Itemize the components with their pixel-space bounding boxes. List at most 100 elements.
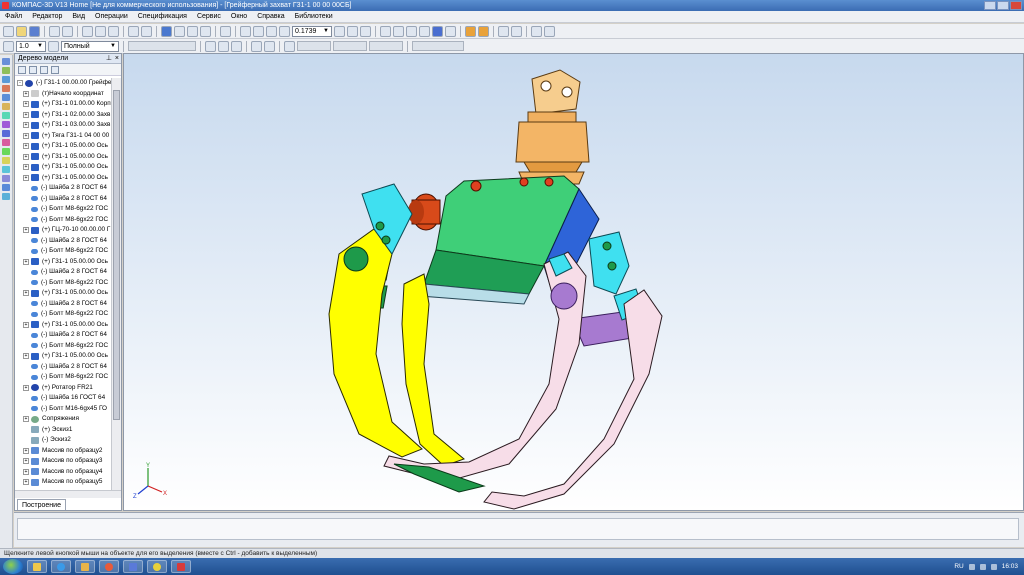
expand-toggle-icon[interactable]: + [23,227,29,234]
expand-toggle-icon[interactable]: + [23,153,29,160]
tree-item[interactable]: + (+) Тяга Г31-1 04 00 00 [15,131,111,142]
report-icon[interactable] [2,148,10,155]
preview-icon[interactable] [62,25,73,37]
tree-vertical-scrollbar[interactable] [111,78,121,498]
help-icon[interactable] [220,25,231,37]
tree-item[interactable]: (-) Шайба 2 8 ГОСТ 64 [15,183,111,194]
media-task-icon[interactable] [99,560,119,573]
tree-item[interactable]: (+) Эскиз1 [15,425,111,436]
expand-toggle-icon[interactable]: + [23,258,29,265]
wireframe-icon[interactable] [393,25,404,37]
menu-libraries[interactable]: Библиотеки [294,13,334,20]
tree-horizontal-scrollbar[interactable] [15,490,121,498]
tree-item[interactable]: + Массив по образцу3 [15,456,111,467]
geometry-icon[interactable] [2,85,10,92]
coord-y-field[interactable] [333,41,367,51]
spec-tool-icon[interactable] [2,139,10,146]
extra-field[interactable] [412,41,464,51]
expand-toggle-icon[interactable]: + [23,384,29,391]
save-icon[interactable] [29,25,40,37]
sketch-tool-icon[interactable] [2,67,10,74]
menu-help[interactable]: Справка [256,13,285,20]
tree-item[interactable]: + (+) ГЦ-70-10 00.00.00 Г [15,225,111,236]
layer-field[interactable] [128,41,196,51]
tree-item[interactable]: (-) Болт М8-6gx22 ГОС [15,204,111,215]
save-task-icon[interactable] [123,560,143,573]
filter-icon[interactable] [498,25,509,37]
surface-icon[interactable] [2,103,10,110]
expand-toggle-icon[interactable]: + [23,90,29,97]
tree-item[interactable]: + Массив по образцу4 [15,467,111,478]
assembly-tool-icon[interactable] [2,130,10,137]
tree-filter-icon[interactable] [40,65,48,74]
sheet-metal-icon[interactable] [2,166,10,173]
open-file-icon[interactable] [16,25,27,37]
paste-icon[interactable] [108,25,119,37]
start-button[interactable] [3,559,23,574]
manager-icon[interactable] [200,25,211,37]
expand-toggle-icon[interactable]: + [23,174,29,181]
redo-icon[interactable] [174,25,185,37]
cut-icon[interactable] [82,25,93,37]
tree-item[interactable]: (-) Болт М16-6gx45 ГО [15,404,111,415]
menu-operations[interactable]: Операции [94,13,129,20]
tree-item[interactable]: (-) Шайба 2 8 ГОСТ 64 [15,299,111,310]
section-icon[interactable] [478,25,489,37]
tree-item[interactable]: (-) Болт М8-6gx22 ГОС [15,309,111,320]
tree-item[interactable]: (-) Болт М8-6gx22 ГОС [15,246,111,257]
expand-toggle-icon[interactable]: + [23,353,29,360]
maximize-button[interactable] [997,1,1009,10]
tray-flag-icon[interactable] [968,563,975,570]
menu-edit[interactable]: Редактор [31,13,63,20]
edit-part-icon[interactable] [2,58,10,65]
close-panel-icon[interactable]: × [115,54,119,64]
menu-view[interactable]: Вид [71,13,86,20]
library-icon[interactable] [2,193,10,200]
tree-item[interactable]: (-) Эскиз2 [15,435,111,446]
expand-toggle-icon[interactable]: + [23,164,29,171]
shaded-edges-icon[interactable] [445,25,456,37]
tree-item[interactable]: + (+) Г31-1 05.00.00 Ось [15,257,111,268]
show-all-icon[interactable] [347,25,358,37]
attributes-icon[interactable] [511,25,522,37]
kompas-task-icon[interactable] [171,560,191,573]
tree-item[interactable]: (-) Болт М8-6gx22 ГОС [15,215,111,226]
language-indicator[interactable]: RU [954,563,963,570]
tree-item[interactable]: + (+) Г31-1 05.00.00 Ось [15,152,111,163]
tree-view-icon[interactable] [18,65,26,74]
tree-item[interactable]: + (+) Г31-1 05.00.00 Ось [15,288,111,299]
tree-scroll-thumb[interactable] [113,90,120,420]
tree-item[interactable]: + (+) Г31-1 05.00.00 Ось [15,162,111,173]
minimize-button[interactable] [984,1,996,10]
close-button[interactable] [1010,1,1022,10]
tab-construction[interactable]: Построение [17,499,66,510]
tree-item[interactable]: + (+) Г31-1 05.00.00 Ось [15,173,111,184]
perspective-icon[interactable] [465,25,476,37]
tree-item[interactable]: (-) Шайба 2 8 ГОСТ 64 [15,194,111,205]
orientation-icon[interactable] [380,25,391,37]
expand-toggle-icon[interactable]: + [23,111,29,118]
expand-toggle-icon[interactable]: + [23,290,29,297]
copy-icon[interactable] [95,25,106,37]
dimension-icon[interactable] [2,76,10,83]
zoom-out-icon[interactable] [266,25,277,37]
pin-icon[interactable]: ⊥ [106,54,112,64]
menu-specification[interactable]: Спецификация [137,13,188,20]
tree-item[interactable]: + Массив по образцу2 [15,446,111,457]
expand-toggle-icon[interactable]: + [23,479,29,486]
tree-settings-icon[interactable] [51,65,59,74]
zoom-window-icon[interactable] [253,25,264,37]
tree-item[interactable]: + (+) Г31-1 03.00.00 Захв [15,120,111,131]
print-icon[interactable] [49,25,60,37]
tree-item[interactable]: (-) Шайба 2 8 ГОСТ 64 [15,362,111,373]
expand-toggle-icon[interactable]: + [23,321,29,328]
model-viewport[interactable]: Y X Z [123,53,1024,511]
tree-item[interactable]: + Массив по образцу5 [15,477,111,488]
measure-icon[interactable] [2,121,10,128]
tree-item[interactable]: + (+) Г31-1 05.00.00 Ось [15,141,111,152]
spring-icon[interactable] [2,175,10,182]
explorer-task-icon[interactable] [27,560,47,573]
array-tool-icon[interactable] [2,112,10,119]
tree-item[interactable]: + Сопряжения [15,414,111,425]
tree-item[interactable]: (-) Шайба 2 8 ГОСТ 64 [15,236,111,247]
